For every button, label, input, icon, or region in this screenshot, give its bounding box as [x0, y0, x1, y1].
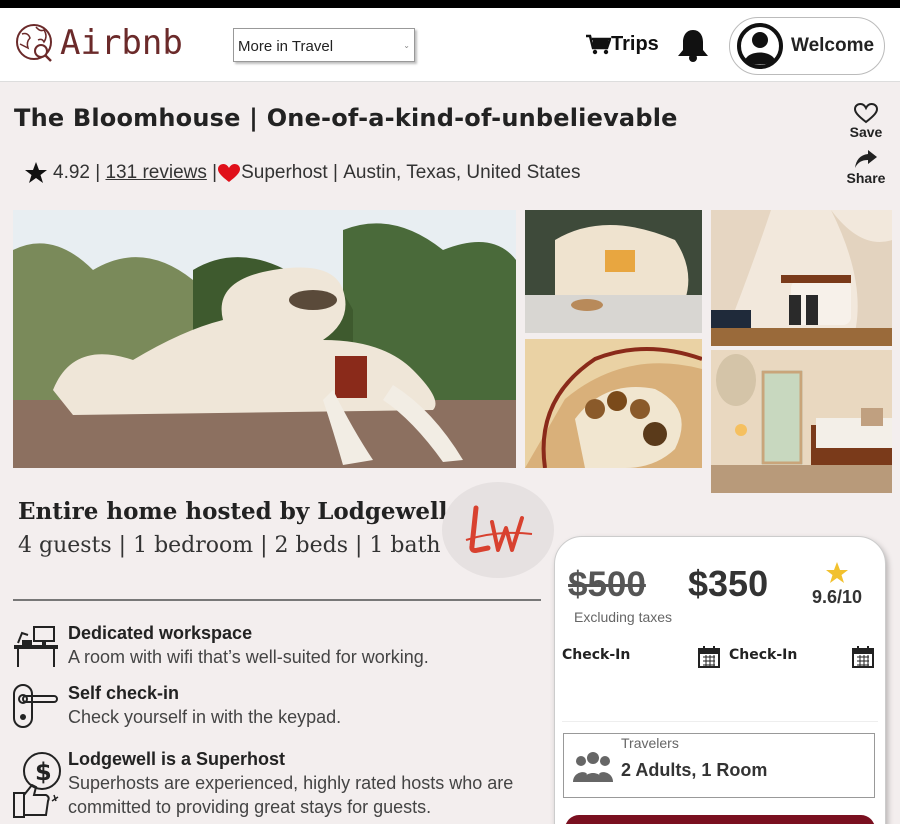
- listing-title: The Bloomhouse | One-of-a-kind-of-unbeli…: [14, 104, 678, 132]
- star-gold-icon: [826, 562, 848, 583]
- share-arrow-icon: [855, 150, 877, 168]
- avatar-icon: [737, 23, 783, 69]
- cart-icon: [586, 34, 611, 54]
- checkin-field-1[interactable]: Check-In: [562, 647, 630, 663]
- host-summary: 4 guests | 1 bedroom | 2 beds | 1 bath: [18, 533, 441, 558]
- checkin-field-2[interactable]: Check-In: [729, 647, 797, 663]
- feature-title: Lodgewell is a Superhost: [68, 749, 286, 769]
- desk-workspace-icon: [14, 626, 58, 667]
- original-price: $500: [568, 565, 646, 604]
- globe-logo-icon: [16, 24, 52, 62]
- thumbs-up-dollar-icon: $: [13, 752, 61, 818]
- travelers-value: 2 Adults, 1 Room: [621, 760, 768, 780]
- host-title: Entire home hosted by Lodgewell: [18, 498, 448, 525]
- feature-superhost: $ Lodgewell is a Superhost Superhosts ar…: [12, 749, 538, 824]
- superhost-label: Superhost: [241, 162, 328, 183]
- gallery-photo-5[interactable]: [711, 350, 892, 493]
- chevron-down-icon: ⌄: [403, 41, 410, 50]
- living-area-image: [711, 210, 892, 346]
- bedroom-image: [711, 350, 892, 493]
- share-label: Share: [846, 170, 886, 186]
- share-button[interactable]: Share: [842, 148, 890, 186]
- feature-desc: Check yourself in with the keypad.: [68, 707, 342, 727]
- current-price: $350: [688, 563, 769, 604]
- feature-title: Dedicated workspace: [68, 623, 253, 643]
- feature-workspace: Dedicated workspace A room with wifi tha…: [12, 623, 429, 674]
- feature-title: Self check-in: [68, 683, 180, 703]
- host-avatar[interactable]: [442, 482, 554, 578]
- more-in-travel-dropdown[interactable]: More in Travel ⌄: [233, 28, 415, 62]
- main-photo[interactable]: [13, 210, 516, 468]
- gallery-photo-4[interactable]: [711, 210, 892, 346]
- travelers-field[interactable]: Travelers 2 Adults, 1 Room: [563, 733, 875, 798]
- separator: |: [327, 162, 344, 183]
- reserve-button[interactable]: [565, 815, 875, 824]
- brand-logo[interactable]: Airbnb: [14, 22, 183, 64]
- feature-self-checkin: Self check-in Check yourself in with the…: [12, 683, 341, 734]
- brand-name: Airbnb: [60, 23, 183, 63]
- gallery-photo-3[interactable]: [525, 339, 702, 468]
- feature-desc: A room with wifi that’s well-suited for …: [68, 647, 429, 667]
- gallery-photo-2[interactable]: [525, 210, 702, 333]
- trips-label: Trips: [611, 33, 659, 55]
- listing-actions: Save Share: [842, 102, 890, 186]
- booking-card: $500 $350 Excluding taxes 9.6/10 Check-I…: [554, 536, 886, 824]
- heart-outline-icon: [853, 102, 879, 124]
- welcome-user-button[interactable]: Welcome: [729, 17, 885, 75]
- star-icon: [25, 162, 47, 183]
- bloomhouse-exterior-image: [13, 210, 516, 468]
- dropdown-value: More in Travel: [238, 38, 334, 55]
- lodgewell-logo-icon: [465, 505, 533, 553]
- welcome-label: Welcome: [791, 35, 875, 56]
- separator: |: [206, 162, 218, 183]
- rating-value: 4.92: [53, 162, 90, 183]
- bell-icon: [678, 30, 708, 62]
- score-badge: 9.6/10: [807, 561, 867, 608]
- travelers-label: Travelers: [621, 735, 679, 751]
- save-label: Save: [849, 124, 883, 140]
- separator: |: [89, 162, 106, 183]
- save-button[interactable]: Save: [842, 102, 890, 140]
- location: Austin, Texas, United States: [343, 162, 581, 183]
- top-black-bar: [0, 0, 900, 8]
- heart-filled-icon: [218, 164, 241, 182]
- section-divider: [13, 599, 541, 601]
- patio-image: [525, 210, 702, 333]
- spiral-staircase-image: [525, 339, 702, 468]
- calendar-icon[interactable]: [851, 645, 875, 669]
- svg-text:$: $: [35, 758, 52, 786]
- people-group-icon: [573, 752, 613, 782]
- tax-note: Excluding taxes: [574, 609, 673, 625]
- card-divider: [562, 721, 878, 722]
- listing-meta: 4.92 | 131 reviews | Superhost | Austin,…: [24, 161, 581, 185]
- door-handle-icon: [13, 684, 58, 728]
- trips-link[interactable]: Trips: [585, 33, 659, 56]
- notifications-button[interactable]: [675, 28, 711, 67]
- feature-desc: Superhosts are experienced, highly rated…: [68, 773, 514, 817]
- calendar-icon[interactable]: [697, 645, 721, 669]
- header: Airbnb More in Travel ⌄ Trips Welcome: [0, 8, 900, 82]
- score-value: 9.6/10: [811, 587, 863, 607]
- reviews-link[interactable]: 131 reviews: [105, 162, 206, 184]
